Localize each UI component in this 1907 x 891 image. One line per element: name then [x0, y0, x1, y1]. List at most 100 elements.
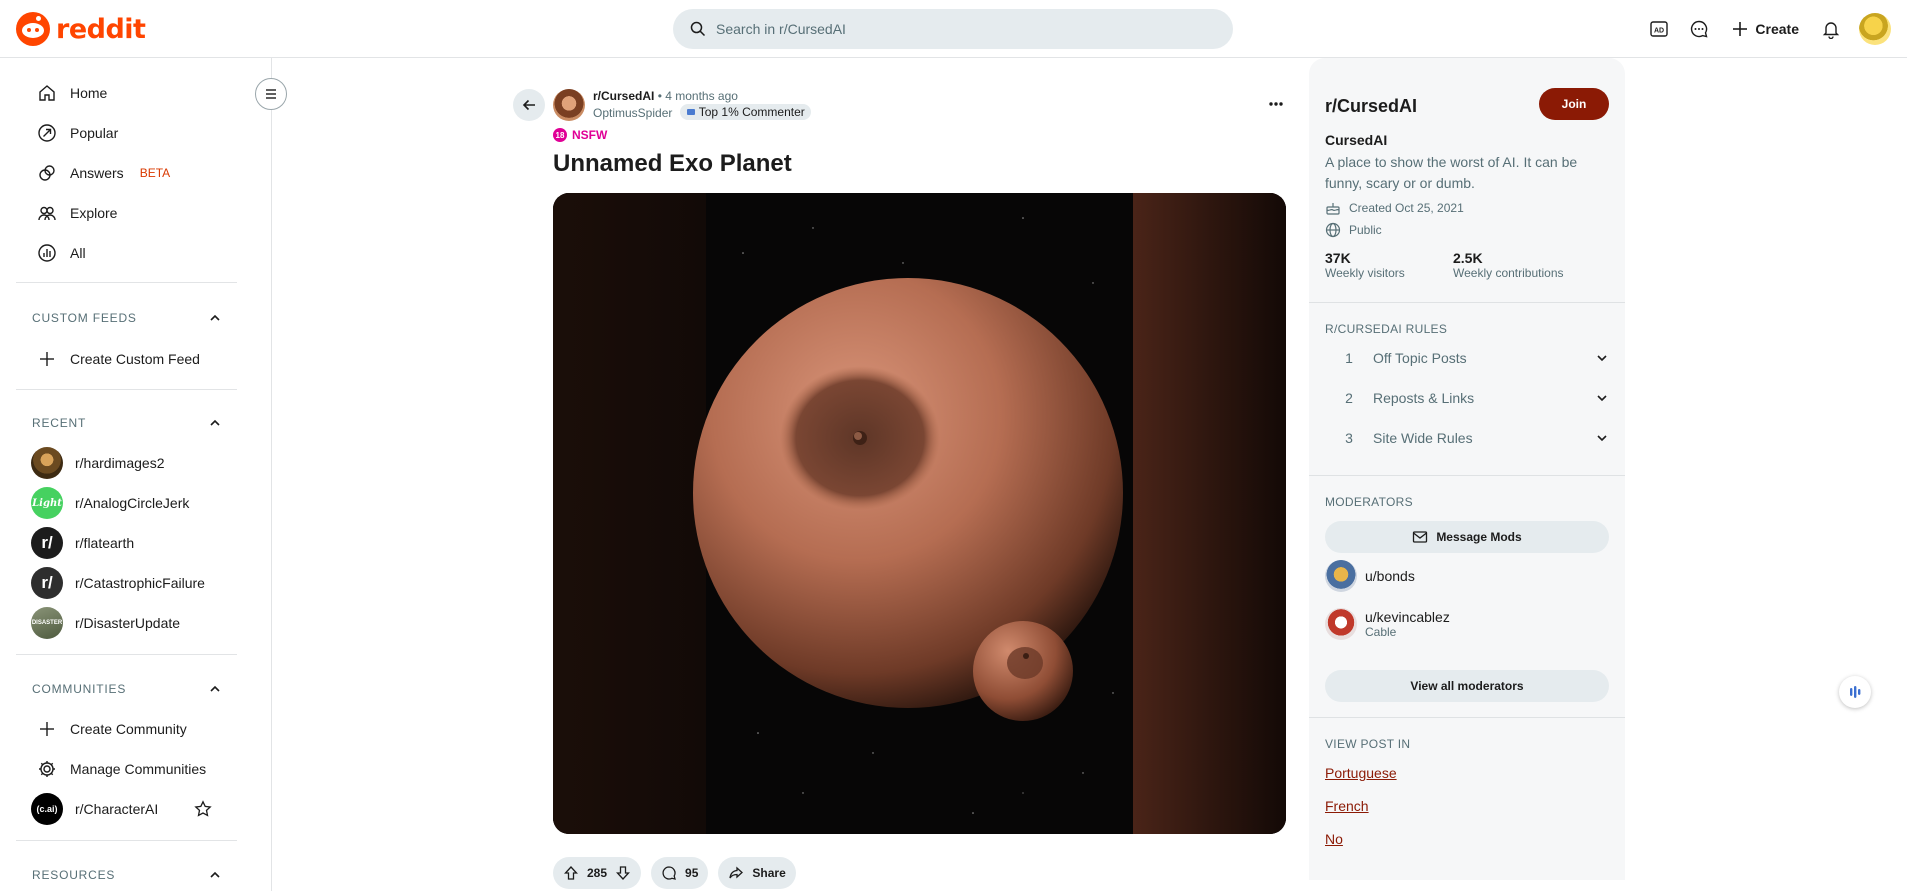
comment-icon [662, 866, 676, 880]
collapse-sidebar-button[interactable] [255, 78, 287, 110]
chat-icon [1691, 20, 1708, 38]
recent-item-flatearth[interactable]: r/ r/flatearth [16, 523, 237, 563]
post-subreddit-link[interactable]: r/CursedAI [593, 89, 654, 103]
resources-header[interactable]: RESOURCES [32, 868, 222, 882]
language-link-french[interactable]: French [1325, 798, 1369, 814]
plus-icon [36, 348, 58, 370]
nav-explore[interactable]: Explore [16, 193, 237, 233]
subreddit-icon: DISASTER [31, 607, 63, 639]
recent-item-label: r/AnalogCircleJerk [75, 495, 190, 511]
message-mods-label: Message Mods [1436, 530, 1522, 544]
search-placeholder: Search in r/CursedAI [716, 21, 846, 37]
divider [16, 654, 237, 655]
rule-item[interactable]: 1 Off Topic Posts [1325, 338, 1609, 378]
nav-popular[interactable]: Popular [16, 113, 237, 153]
community-description: A place to show the worst of AI. It can … [1325, 154, 1578, 191]
star-icon[interactable] [194, 800, 212, 818]
share-button[interactable]: Share [718, 857, 796, 889]
visibility-text: Public [1349, 223, 1382, 237]
create-label: Create [1755, 21, 1799, 37]
create-community-label: Create Community [70, 721, 187, 737]
subreddit-icon [31, 447, 63, 479]
audio-bars-icon [1850, 686, 1861, 698]
language-link-no[interactable]: No [1325, 831, 1343, 847]
home-icon [36, 82, 58, 104]
nav-answers[interactable]: Answers BETA [16, 153, 237, 193]
subreddit-icon-text: r/ [41, 533, 53, 552]
subreddit-icon-text: Light [32, 497, 62, 509]
comments-button[interactable]: 95 [651, 857, 709, 889]
chevron-up-icon [210, 871, 220, 878]
chat-button[interactable] [1679, 9, 1719, 49]
custom-feeds-header[interactable]: CUSTOM FEEDS [32, 311, 222, 325]
create-community[interactable]: Create Community [16, 709, 237, 749]
recent-header[interactable]: RECENT [32, 416, 222, 430]
left-sidebar: Home Popular Answers BETA Explore All CU… [0, 58, 272, 891]
rule-item[interactable]: 3 Site Wide Rules [1325, 418, 1609, 458]
plus-icon [1733, 22, 1748, 36]
divider [16, 389, 237, 390]
recent-item-disasterupdate[interactable]: DISASTER r/DisasterUpdate [16, 603, 237, 643]
post-time: • 4 months ago [657, 89, 738, 103]
ad-icon: AD [1650, 21, 1669, 37]
moderator-item[interactable]: u/kevincablez Cable [1325, 608, 1450, 640]
downvote-icon[interactable] [615, 865, 631, 881]
stat-value: 37K [1325, 250, 1351, 266]
create-custom-feed[interactable]: Create Custom Feed [16, 339, 237, 379]
subreddit-icon: r/ [31, 567, 63, 599]
post-overflow-menu[interactable] [1260, 92, 1292, 116]
back-button[interactable] [513, 88, 545, 121]
floating-assistant-button[interactable] [1839, 676, 1871, 708]
communities-header[interactable]: COMMUNITIES [32, 682, 222, 696]
post-author-link[interactable]: OptimusSpider [593, 106, 672, 120]
create-button[interactable]: Create [1719, 9, 1811, 49]
nav-home[interactable]: Home [16, 73, 237, 113]
globe-icon [1325, 222, 1341, 238]
recent-item-label: r/DisasterUpdate [75, 615, 181, 631]
brand-wordmark: reddit [56, 13, 146, 45]
nav-all[interactable]: All [16, 233, 237, 273]
post-actions: 285 95 Share [553, 857, 796, 889]
view-all-moderators-button[interactable]: View all moderators [1325, 670, 1609, 702]
bell-icon [1822, 22, 1840, 39]
notifications-button[interactable] [1811, 9, 1851, 49]
user-avatar[interactable] [1859, 13, 1891, 45]
chevron-down-icon [1597, 355, 1607, 362]
recent-title: RECENT [32, 416, 87, 430]
manage-communities[interactable]: Manage Communities [16, 749, 237, 789]
upvote-icon[interactable] [563, 865, 579, 881]
created-date: Created Oct 25, 2021 [1325, 200, 1464, 216]
nav-all-label: All [70, 245, 86, 261]
recent-item-analogcirclejerk[interactable]: Light r/AnalogCircleJerk [16, 483, 237, 523]
subreddit-icon-text: DISASTER [31, 620, 63, 626]
message-mods-button[interactable]: Message Mods [1325, 521, 1609, 553]
recent-item-catastrophicfailure[interactable]: r/ r/CatastrophicFailure [16, 563, 237, 603]
search-input[interactable]: Search in r/CursedAI [673, 9, 1233, 49]
more-horizontal-icon [1269, 102, 1283, 106]
explore-icon [36, 202, 58, 224]
plus-icon [36, 718, 58, 740]
chevron-down-icon [1597, 395, 1607, 402]
post-image[interactable] [553, 193, 1286, 834]
beta-badge: BETA [139, 166, 171, 180]
chevron-up-icon [210, 419, 220, 426]
community-title: r/CursedAI [1325, 96, 1418, 116]
exoplanet-image [553, 193, 1286, 834]
moderator-item[interactable]: u/bonds [1325, 560, 1415, 592]
subreddit-icon: r/ [31, 527, 63, 559]
cake-icon [1326, 203, 1340, 215]
community-sidebar: r/CursedAI Join CursedAI A place to show… [1309, 58, 1625, 880]
language-link-portuguese[interactable]: Portuguese [1325, 765, 1397, 781]
recent-item-hardimages2[interactable]: r/hardimages2 [16, 443, 237, 483]
chevron-up-icon [210, 685, 220, 692]
rule-item[interactable]: 2 Reposts & Links [1325, 378, 1609, 418]
community-item-characterai[interactable]: (c.ai) r/CharacterAI [16, 789, 237, 829]
subreddit-avatar[interactable] [553, 88, 585, 121]
rule-number: 2 [1345, 390, 1353, 406]
reddit-logo[interactable]: reddit [16, 12, 146, 46]
advertise-button[interactable]: AD [1639, 9, 1679, 49]
rules-title: R/CURSEDAI RULES [1325, 322, 1448, 336]
vote-bar: 285 [553, 857, 642, 889]
join-button[interactable]: Join [1539, 88, 1609, 120]
rule-number: 3 [1345, 430, 1353, 446]
